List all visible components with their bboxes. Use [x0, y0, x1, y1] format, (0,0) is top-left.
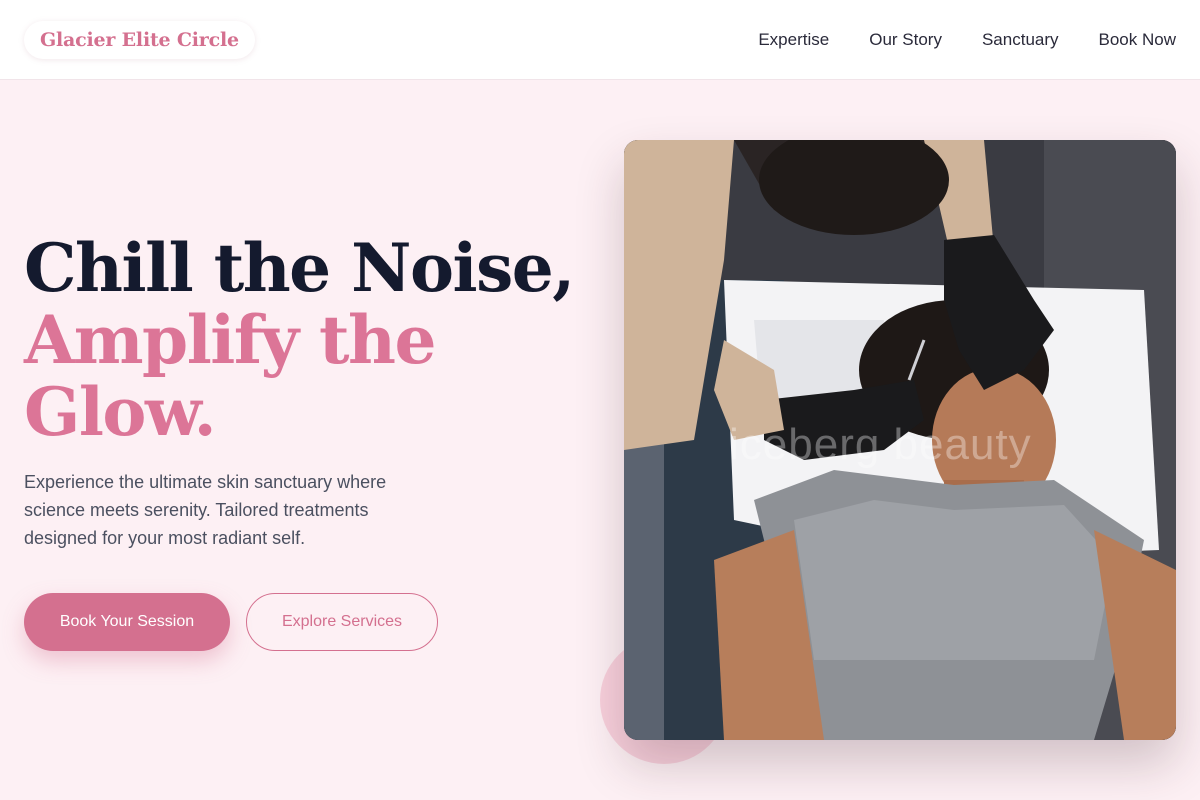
nav-link-book-now[interactable]: Book Now — [1099, 30, 1176, 50]
book-session-button[interactable]: Book Your Session — [24, 593, 230, 651]
image-watermark: iceberg beauty — [729, 420, 1032, 469]
main-nav: Expertise Our Story Sanctuary Book Now — [758, 30, 1176, 50]
nav-link-our-story[interactable]: Our Story — [869, 30, 942, 50]
nav-link-sanctuary[interactable]: Sanctuary — [982, 30, 1059, 50]
brand-logo[interactable]: Glacier Elite Circle — [24, 20, 255, 59]
hero-description: Experience the ultimate skin sanctuary w… — [24, 472, 387, 548]
hero-heading-block: Chill the Noise, Amplify the Glow. — [24, 232, 584, 448]
explore-services-button[interactable]: Explore Services — [246, 593, 438, 651]
headline-line-2: Amplify the — [24, 301, 437, 379]
nav-link-expertise[interactable]: Expertise — [758, 30, 829, 50]
hero-image: iceberg beauty — [624, 140, 1176, 740]
hero-headline: Chill the Noise, Amplify the Glow. — [24, 232, 584, 448]
headline-line-3: Glow. — [24, 373, 217, 451]
site-header: Glacier Elite Circle Expertise Our Story… — [0, 0, 1200, 80]
headline-line-1: Chill the Noise, — [24, 229, 575, 307]
